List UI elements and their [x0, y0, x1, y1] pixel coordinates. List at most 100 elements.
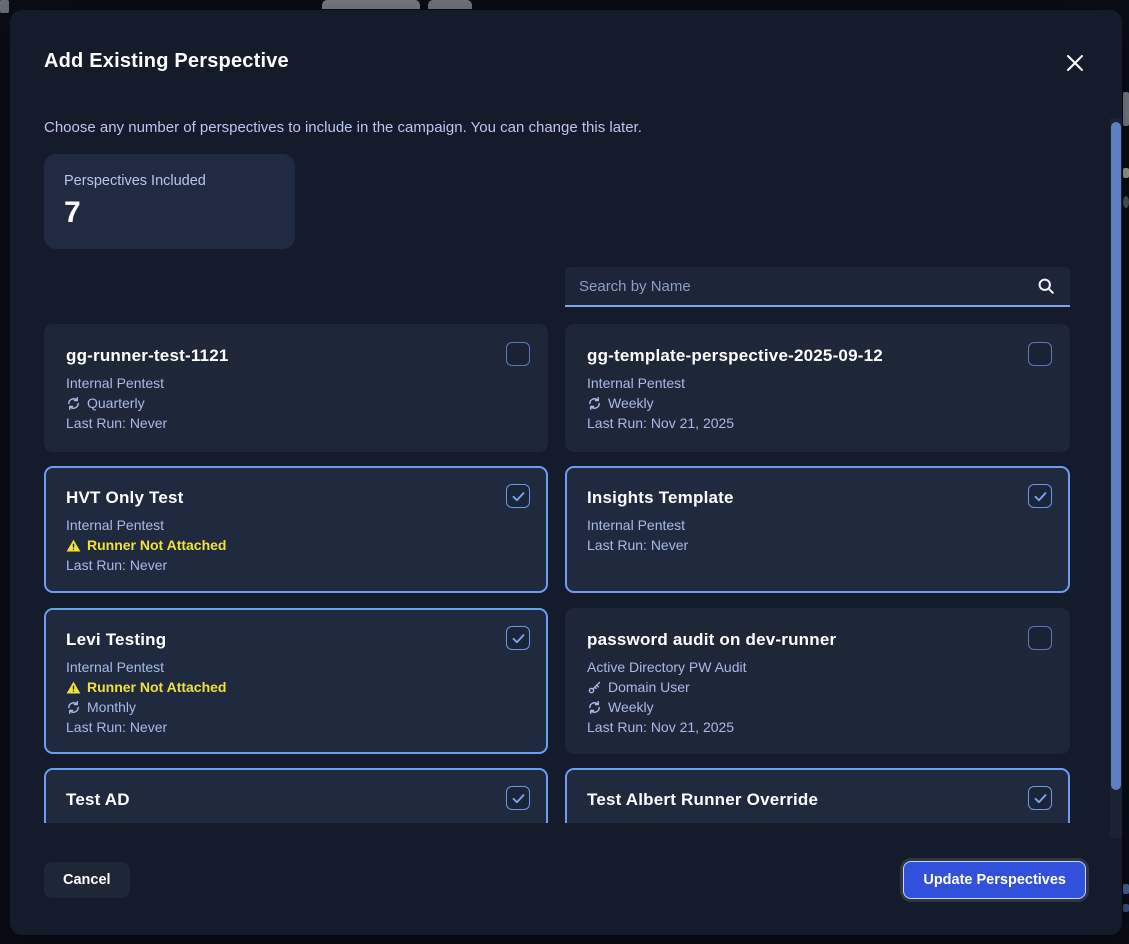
meta-text: Internal Pentest: [66, 657, 164, 677]
perspectives-included-card: Perspectives Included 7: [44, 154, 295, 249]
check-icon: [511, 631, 526, 646]
perspective-checkbox[interactable]: [506, 484, 530, 508]
perspective-meta-line: Domain User: [587, 677, 1048, 697]
meta-text: Weekly: [608, 697, 654, 717]
meta-text: Internal Pentest: [587, 373, 685, 393]
page-behind-fragment: [0, 0, 9, 13]
perspectives-included-label: Perspectives Included: [64, 173, 275, 189]
perspective-checkbox[interactable]: [1028, 342, 1052, 366]
page-behind-fragment: [322, 0, 420, 9]
perspective-meta-line: Last Run: Never: [66, 717, 526, 737]
search-input[interactable]: [579, 278, 1036, 295]
check-icon: [511, 791, 526, 806]
meta-text: Last Run: Never: [66, 413, 167, 433]
perspective-meta-line: Internal Pentest: [587, 373, 1048, 393]
meta-text: Internal Pentest: [587, 515, 685, 535]
perspective-card[interactable]: Insights Template Internal PentestLast R…: [565, 466, 1070, 593]
perspective-meta-line: Monthly: [66, 697, 526, 717]
perspective-name: password audit on dev-runner: [587, 630, 1048, 650]
check-icon: [1033, 791, 1048, 806]
meta-text: Last Run: Never: [66, 555, 167, 575]
page-behind-fragment: [1123, 196, 1129, 208]
perspective-meta-line: Last Run: Nov 21, 2025: [587, 413, 1048, 433]
perspective-checkbox[interactable]: [1028, 626, 1052, 650]
perspective-checkbox[interactable]: [506, 342, 530, 366]
page-behind-fragment: [1123, 904, 1129, 912]
perspective-name: gg-runner-test-1121: [66, 346, 526, 366]
runner-warning-line: Runner Not Attached: [66, 677, 526, 697]
meta-text: Last Run: Nov 21, 2025: [587, 717, 734, 737]
check-icon: [1033, 489, 1048, 504]
check-icon: [511, 489, 526, 504]
page-behind-fragment: [1123, 884, 1129, 894]
meta-text: Domain User: [608, 677, 690, 697]
perspectives-included-count: 7: [64, 196, 275, 230]
perspective-name: Levi Testing: [66, 630, 526, 650]
perspective-meta-line: Last Run: Never: [66, 555, 526, 575]
meta-text: Active Directory PW Audit: [587, 657, 747, 677]
meta-text: Last Run: Nov 21, 2025: [587, 413, 734, 433]
key-icon: [587, 680, 602, 695]
meta-text: Last Run: Never: [587, 535, 688, 555]
perspective-meta-line: Quarterly: [66, 393, 526, 413]
search-box: [565, 267, 1070, 307]
perspective-meta-line: Internal Pentest: [66, 657, 526, 677]
repeat-icon: [66, 396, 81, 411]
perspective-list-scroll-area: Perspectives Included 7 gg-runner-test-1…: [10, 146, 1110, 823]
page-behind-fragment: [1123, 168, 1129, 178]
perspective-card[interactable]: Test Albert Runner Override: [565, 768, 1070, 823]
meta-text: Monthly: [87, 697, 136, 717]
perspective-meta-line: Internal Pentest: [587, 515, 1048, 535]
repeat-icon: [587, 700, 602, 715]
perspective-card[interactable]: Test AD: [44, 768, 548, 823]
warning-icon: [66, 538, 81, 553]
meta-text: Last Run: Never: [66, 717, 167, 737]
perspective-meta-line: Internal Pentest: [66, 515, 526, 535]
warning-icon: [66, 680, 81, 695]
perspective-card[interactable]: HVT Only Test Internal PentestRunner Not…: [44, 466, 548, 593]
meta-text: Runner Not Attached: [87, 677, 226, 697]
runner-warning-line: Runner Not Attached: [66, 535, 526, 555]
meta-text: Internal Pentest: [66, 515, 164, 535]
page-behind-fragment: [428, 0, 472, 9]
perspective-checkbox[interactable]: [506, 786, 530, 810]
perspective-meta-line: Weekly: [587, 393, 1048, 413]
perspective-meta-line: Active Directory PW Audit: [587, 657, 1048, 677]
perspective-name: Insights Template: [587, 488, 1048, 508]
cancel-button[interactable]: Cancel: [44, 862, 130, 898]
add-existing-perspective-dialog: Add Existing Perspective Choose any numb…: [10, 10, 1122, 935]
perspective-meta: Internal PentestLast Run: Never: [587, 515, 1048, 555]
search-icon: [1036, 276, 1056, 296]
page-behind-fragment: [1123, 92, 1129, 126]
perspective-name: gg-template-perspective-2025-09-12: [587, 346, 1048, 366]
update-perspectives-button[interactable]: Update Perspectives: [903, 861, 1086, 899]
perspective-meta: Internal PentestRunner Not AttachedMonth…: [66, 657, 526, 737]
perspective-meta: Internal PentestWeeklyLast Run: Nov 21, …: [587, 373, 1048, 433]
perspective-checkbox[interactable]: [506, 626, 530, 650]
meta-text: Runner Not Attached: [87, 535, 226, 555]
perspective-meta-line: Last Run: Never: [587, 535, 1048, 555]
perspective-meta-line: Last Run: Nov 21, 2025: [587, 717, 1048, 737]
close-icon: [1064, 52, 1086, 74]
perspective-card[interactable]: Levi Testing Internal PentestRunner Not …: [44, 608, 548, 754]
repeat-icon: [66, 700, 81, 715]
perspective-meta: Internal PentestRunner Not AttachedLast …: [66, 515, 526, 575]
perspective-meta: Internal PentestQuarterlyLast Run: Never: [66, 373, 526, 433]
perspective-card[interactable]: password audit on dev-runner Active Dire…: [565, 608, 1070, 754]
dialog-description: Choose any number of perspectives to inc…: [44, 119, 642, 136]
scrollbar-thumb[interactable]: [1111, 122, 1121, 790]
perspective-card[interactable]: gg-template-perspective-2025-09-12 Inter…: [565, 324, 1070, 452]
perspective-meta: Active Directory PW AuditDomain UserWeek…: [587, 657, 1048, 737]
meta-text: Internal Pentest: [66, 373, 164, 393]
close-button[interactable]: [1062, 50, 1088, 76]
meta-text: Quarterly: [87, 393, 145, 413]
perspective-checkbox[interactable]: [1028, 484, 1052, 508]
perspective-name: Test Albert Runner Override: [587, 790, 1048, 810]
meta-text: Weekly: [608, 393, 654, 413]
perspective-meta-line: Last Run: Never: [66, 413, 526, 433]
repeat-icon: [587, 396, 602, 411]
perspective-checkbox[interactable]: [1028, 786, 1052, 810]
perspective-card[interactable]: gg-runner-test-1121 Internal PentestQuar…: [44, 324, 548, 452]
perspective-name: Test AD: [66, 790, 526, 810]
perspective-meta-line: Internal Pentest: [66, 373, 526, 393]
